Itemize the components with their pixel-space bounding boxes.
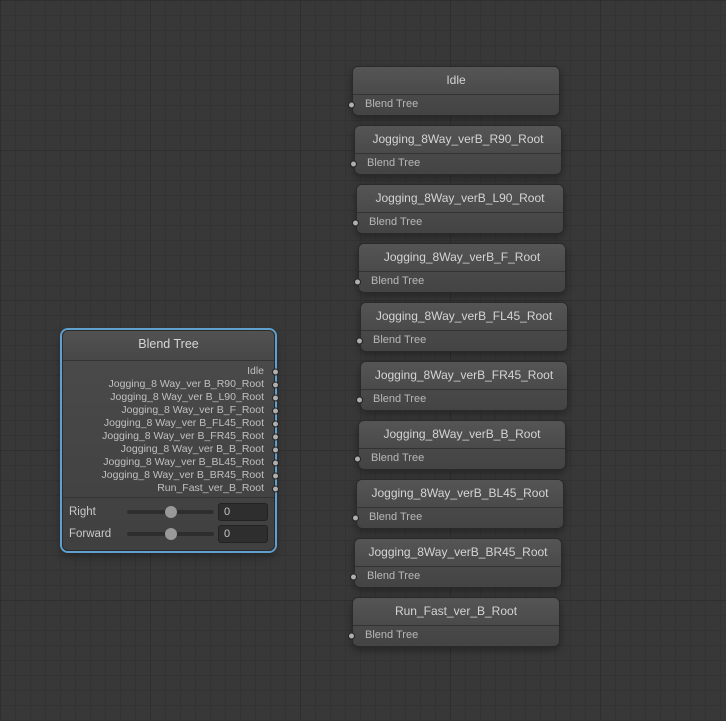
param-label: Forward — [69, 528, 123, 540]
node-parameters: Right 0 Forward 0 — [63, 497, 274, 550]
motion-node-sub: Blend Tree — [353, 626, 559, 646]
motion-node-sub: Blend Tree — [359, 272, 565, 292]
output-row: Jogging_8 Way_ver B_BL45_Root — [63, 456, 274, 469]
motion-node-title: Jogging_8Way_verB_FL45_Root — [361, 303, 567, 331]
input-port[interactable] — [352, 515, 359, 522]
motion-node[interactable]: Idle Blend Tree — [352, 66, 560, 116]
param-row: Forward 0 — [69, 525, 268, 543]
output-row: Idle — [63, 365, 274, 378]
slider-thumb[interactable] — [165, 528, 177, 540]
motion-node-title: Run_Fast_ver_B_Root — [353, 598, 559, 626]
motion-node-sub: Blend Tree — [361, 331, 567, 351]
param-row: Right 0 — [69, 503, 268, 521]
motion-node-sub-label: Blend Tree — [371, 275, 424, 287]
output-row: Jogging_8 Way_ver B_R90_Root — [63, 378, 274, 391]
output-port[interactable] — [272, 381, 279, 388]
motion-node-sub-label: Blend Tree — [371, 452, 424, 464]
output-row: Jogging_8 Way_ver B_BR45_Root — [63, 469, 274, 482]
motion-node[interactable]: Jogging_8Way_verB_FL45_Root Blend Tree — [360, 302, 568, 352]
param-slider[interactable] — [127, 510, 214, 514]
input-port[interactable] — [348, 102, 355, 109]
output-label: Run_Fast_ver_B_Root — [157, 482, 264, 494]
output-port[interactable] — [272, 407, 279, 414]
motion-node-title: Jogging_8Way_verB_F_Root — [359, 244, 565, 272]
output-row: Jogging_8 Way_ver B_B_Root — [63, 443, 274, 456]
motion-node-sub: Blend Tree — [355, 567, 561, 587]
output-row: Run_Fast_ver_B_Root — [63, 482, 274, 495]
output-row: Jogging_8 Way_ver B_FL45_Root — [63, 417, 274, 430]
output-port[interactable] — [272, 394, 279, 401]
blend-tree-node[interactable]: Blend Tree IdleJogging_8 Way_ver B_R90_R… — [62, 330, 275, 551]
output-port[interactable] — [272, 472, 279, 479]
motion-node-sub-label: Blend Tree — [367, 157, 420, 169]
motion-node[interactable]: Run_Fast_ver_B_Root Blend Tree — [352, 597, 560, 647]
motion-node-title: Idle — [353, 67, 559, 95]
output-label: Jogging_8 Way_ver B_B_Root — [121, 443, 264, 455]
motion-node-sub: Blend Tree — [357, 213, 563, 233]
input-port[interactable] — [356, 338, 363, 345]
motion-node-title: Jogging_8Way_verB_BL45_Root — [357, 480, 563, 508]
motion-node-sub-label: Blend Tree — [365, 98, 418, 110]
motion-node-title: Jogging_8Way_verB_B_Root — [359, 421, 565, 449]
input-port[interactable] — [350, 574, 357, 581]
motion-node[interactable]: Jogging_8Way_verB_F_Root Blend Tree — [358, 243, 566, 293]
motion-node-title: Jogging_8Way_verB_FR45_Root — [361, 362, 567, 390]
output-label: Jogging_8 Way_ver B_FR45_Root — [102, 430, 264, 442]
motion-node-sub-label: Blend Tree — [369, 511, 422, 523]
output-label: Jogging_8 Way_ver B_L90_Root — [110, 391, 264, 403]
output-row: Jogging_8 Way_ver B_L90_Root — [63, 391, 274, 404]
output-label: Jogging_8 Way_ver B_R90_Root — [109, 378, 264, 390]
motion-node[interactable]: Jogging_8Way_verB_BL45_Root Blend Tree — [356, 479, 564, 529]
output-port[interactable] — [272, 433, 279, 440]
output-label: Jogging_8 Way_ver B_FL45_Root — [104, 417, 264, 429]
output-label: Jogging_8 Way_ver B_F_Root — [121, 404, 264, 416]
output-port[interactable] — [272, 368, 279, 375]
motion-node-sub: Blend Tree — [353, 95, 559, 115]
motion-node[interactable]: Jogging_8Way_verB_BR45_Root Blend Tree — [354, 538, 562, 588]
motion-node-sub-label: Blend Tree — [367, 570, 420, 582]
motion-node-sub-label: Blend Tree — [373, 393, 426, 405]
param-value[interactable]: 0 — [218, 525, 268, 543]
output-label: Jogging_8 Way_ver B_BR45_Root — [102, 469, 264, 481]
node-outputs: IdleJogging_8 Way_ver B_R90_RootJogging_… — [63, 361, 274, 497]
slider-thumb[interactable] — [165, 506, 177, 518]
motion-node[interactable]: Jogging_8Way_verB_R90_Root Blend Tree — [354, 125, 562, 175]
motion-node-sub-label: Blend Tree — [373, 334, 426, 346]
input-port[interactable] — [352, 220, 359, 227]
motion-node[interactable]: Jogging_8Way_verB_L90_Root Blend Tree — [356, 184, 564, 234]
output-label: Jogging_8 Way_ver B_BL45_Root — [103, 456, 264, 468]
input-port[interactable] — [354, 279, 361, 286]
output-port[interactable] — [272, 485, 279, 492]
output-port[interactable] — [272, 446, 279, 453]
node-title: Blend Tree — [63, 331, 274, 361]
output-row: Jogging_8 Way_ver B_F_Root — [63, 404, 274, 417]
output-label: Idle — [247, 365, 264, 377]
motion-node[interactable]: Jogging_8Way_verB_B_Root Blend Tree — [358, 420, 566, 470]
motion-node-sub-label: Blend Tree — [365, 629, 418, 641]
input-port[interactable] — [356, 397, 363, 404]
input-port[interactable] — [350, 161, 357, 168]
motion-node-sub-label: Blend Tree — [369, 216, 422, 228]
param-slider[interactable] — [127, 532, 214, 536]
motion-node-sub: Blend Tree — [355, 154, 561, 174]
output-row: Jogging_8 Way_ver B_FR45_Root — [63, 430, 274, 443]
input-port[interactable] — [348, 633, 355, 640]
param-label: Right — [69, 506, 123, 518]
motion-node-title: Jogging_8Way_verB_L90_Root — [357, 185, 563, 213]
input-port[interactable] — [354, 456, 361, 463]
output-port[interactable] — [272, 420, 279, 427]
motion-node-sub: Blend Tree — [357, 508, 563, 528]
motion-node-title: Jogging_8Way_verB_BR45_Root — [355, 539, 561, 567]
motion-node-title: Jogging_8Way_verB_R90_Root — [355, 126, 561, 154]
param-value[interactable]: 0 — [218, 503, 268, 521]
output-port[interactable] — [272, 459, 279, 466]
motion-node-sub: Blend Tree — [361, 390, 567, 410]
motion-node[interactable]: Jogging_8Way_verB_FR45_Root Blend Tree — [360, 361, 568, 411]
motion-node-sub: Blend Tree — [359, 449, 565, 469]
